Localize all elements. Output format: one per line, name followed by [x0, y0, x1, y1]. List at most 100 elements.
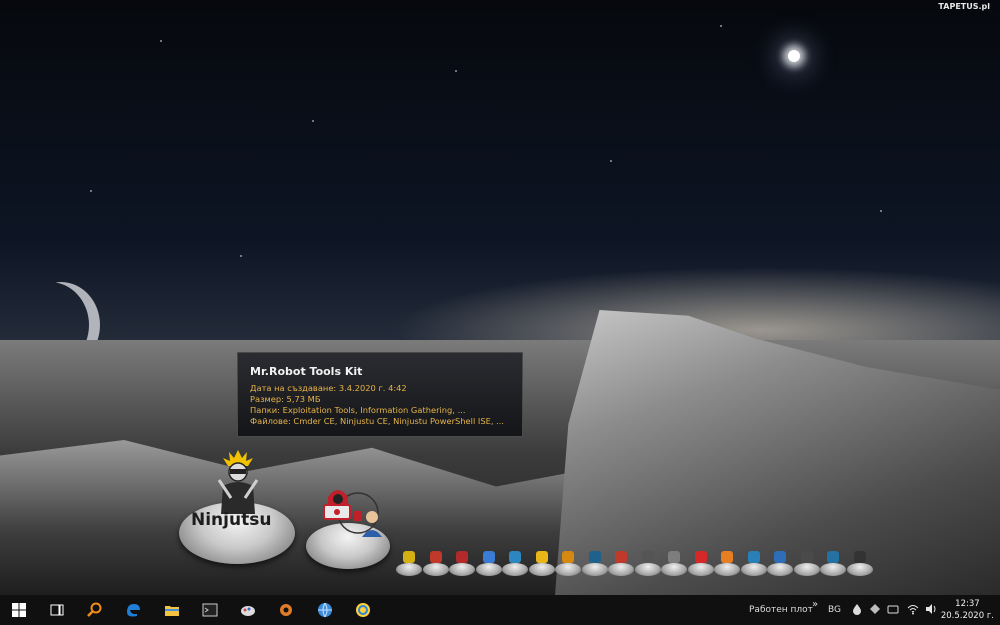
router-icon: [641, 551, 654, 563]
language-indicator[interactable]: BG: [828, 595, 841, 625]
sun-glow: [788, 50, 800, 62]
network-icon: [509, 551, 521, 563]
trash-icon: [853, 551, 866, 563]
dock-item-base: [820, 563, 846, 576]
doc-lock-icon: [535, 551, 548, 563]
tooltip-size: Размер: 5,73 МБ: [250, 394, 321, 404]
paint-button[interactable]: [229, 595, 267, 625]
edge-button[interactable]: [114, 595, 152, 625]
dock-item-base: [661, 563, 687, 576]
tooltip-title: Mr.Robot Tools Kit: [250, 365, 363, 378]
ninjutsu-dock-icon[interactable]: Ninjutsu: [177, 450, 297, 568]
tooltip-files: Файлове: Cmder CE, Ninjustu CE, Ninjustu…: [250, 416, 505, 426]
terminal-button[interactable]: [191, 595, 229, 625]
dock-item-network[interactable]: [502, 548, 528, 576]
diamond-icon[interactable]: [869, 603, 881, 615]
browser-window-icon: [774, 551, 786, 563]
clock[interactable]: 12:37 20.5.2020 г.: [941, 598, 994, 622]
dock-item-base: [475, 563, 502, 576]
paint-icon: [241, 606, 255, 616]
dock-item-bug[interactable]: [608, 548, 634, 576]
search-app-button[interactable]: [76, 595, 114, 625]
globe-app-button[interactable]: [306, 595, 344, 625]
joystick-icon: [403, 551, 415, 563]
dock-item-joystick[interactable]: [396, 548, 422, 576]
ninjutsu-label: Ninjutsu: [191, 510, 272, 530]
mr-robot-dock-icon[interactable]: [306, 485, 392, 573]
clock-time: 12:37: [955, 599, 980, 609]
folder-tools-icon: [562, 551, 574, 563]
target-icon: [588, 551, 601, 563]
edge-icon: [127, 604, 140, 617]
dock-item-base: [555, 563, 581, 576]
taskbar: Работен плот » BG 12:37 20.5.2020 г.: [0, 595, 1000, 625]
bug-icon: [615, 551, 627, 563]
dock-item-trash[interactable]: [846, 548, 873, 576]
dock-item-base: [846, 563, 873, 576]
dock-item-base: [422, 563, 449, 576]
dock-item-wifi[interactable]: [687, 548, 714, 576]
dock-item-target[interactable]: [581, 548, 608, 576]
dock-item-qr[interactable]: [661, 548, 687, 576]
dock-item-router[interactable]: [634, 548, 661, 576]
tooltip-folders: Папки: Exploitation Tools, Information G…: [250, 405, 466, 415]
dock-item-folder-tools[interactable]: [555, 548, 581, 576]
dock-item-phone[interactable]: [475, 548, 502, 576]
monitor-icon: [747, 551, 760, 563]
dock-item-base: [581, 563, 608, 576]
phone-icon: [482, 551, 495, 563]
tooltip-created: Дата на създаване: 3.4.2020 г. 4:42: [250, 383, 407, 393]
refresh-icon: [356, 603, 370, 617]
dock-item-base: [687, 563, 714, 576]
volume-icon[interactable]: [925, 603, 937, 615]
dock-item-base: [793, 563, 820, 576]
file-explorer-button[interactable]: [153, 595, 191, 625]
desktop-wallpaper: TAPETUS.pl: [0, 0, 1000, 595]
dock-item-base: [740, 563, 767, 576]
radar-icon: [429, 551, 442, 563]
tooltip: Mr.Robot Tools Kit Дата на създаване: 3.…: [237, 352, 523, 437]
terminal-icon: [202, 603, 218, 617]
cd-icon: [800, 551, 813, 563]
droplet-icon[interactable]: [851, 603, 863, 615]
hacker-icon: [323, 490, 382, 537]
dock-item-base: [502, 563, 528, 576]
dock-item-base: [714, 563, 740, 576]
globe-icon: [827, 551, 839, 563]
magnifier-icon: [87, 602, 102, 617]
start-button[interactable]: [0, 595, 38, 625]
dock-item-base: [528, 563, 555, 576]
dock-item-camera[interactable]: [449, 548, 475, 576]
star-tools-icon: [721, 551, 733, 563]
dock-item-browser-window[interactable]: [767, 548, 793, 576]
dock-item-base: [767, 563, 793, 576]
dock-item-doc-lock[interactable]: [528, 548, 555, 576]
task-view-icon: [50, 604, 64, 616]
dock-item-base: [634, 563, 661, 576]
desktop-toolbar-label[interactable]: Работен плот: [749, 595, 813, 625]
toolbar-chevron[interactable]: »: [812, 589, 818, 619]
dock-item-base: [449, 563, 475, 576]
qr-icon: [668, 551, 680, 563]
wifi-icon: [694, 551, 707, 563]
dock-item-radar[interactable]: [422, 548, 449, 576]
dock-item-globe[interactable]: [820, 548, 846, 576]
gear-app-button[interactable]: [267, 595, 305, 625]
globe-icon: [318, 602, 332, 618]
gear-icon: [280, 604, 292, 616]
windows-icon: [12, 603, 26, 617]
folder-icon: [165, 606, 179, 616]
clock-date: 20.5.2020 г.: [940, 611, 994, 621]
task-view-button[interactable]: [38, 595, 76, 625]
keyboard-icon[interactable]: [887, 603, 899, 615]
dock-item-base: [396, 563, 422, 576]
dock-item-monitor[interactable]: [740, 548, 767, 576]
dock: [396, 548, 886, 580]
wallpaper-brand: TAPETUS.pl: [938, 2, 990, 11]
dock-item-star-tools[interactable]: [714, 548, 740, 576]
wifi-icon[interactable]: [907, 603, 919, 615]
dock-item-cd[interactable]: [793, 548, 820, 576]
refresh-app-button[interactable]: [344, 595, 382, 625]
dock-item-base: [608, 563, 634, 576]
camera-icon: [456, 551, 468, 563]
